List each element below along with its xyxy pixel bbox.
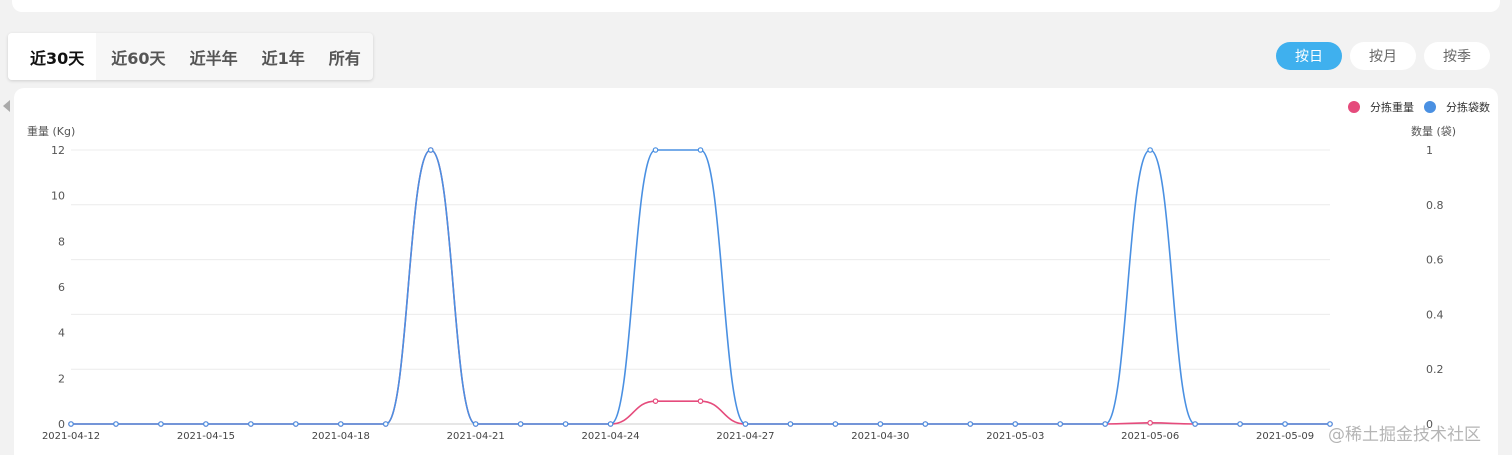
by-month-button[interactable]: 按月	[1350, 42, 1416, 70]
data-point	[652, 398, 659, 404]
y-left-tick-label: 4	[58, 327, 65, 340]
y-left-tick-label: 0	[58, 418, 65, 431]
data-point	[427, 147, 434, 153]
x-tick-label: 2021-04-30	[851, 431, 909, 442]
y-right-tick-label: 0.4	[1426, 308, 1444, 321]
data-point	[1102, 421, 1108, 427]
y-right-tick-label: 0.8	[1426, 199, 1444, 212]
data-point	[337, 421, 344, 427]
data-point	[113, 421, 119, 427]
legend-label: 分拣重量	[1370, 100, 1414, 114]
top-card	[12, 0, 1500, 12]
data-point	[967, 421, 974, 427]
data-point	[877, 421, 884, 427]
data-point	[652, 147, 659, 153]
x-tick-label: 2021-05-09	[1256, 431, 1314, 442]
data-point	[922, 421, 929, 427]
data-point	[1192, 421, 1198, 427]
watermark: @稀土掘金技术社区	[1328, 425, 1481, 445]
data-point	[472, 421, 479, 427]
by-day-button[interactable]: 按日	[1276, 42, 1342, 70]
y-left-axis-title: 重量 (Kg)	[27, 124, 75, 138]
data-point	[1012, 421, 1019, 427]
y-left-tick-label: 6	[58, 281, 65, 294]
data-point	[382, 421, 389, 427]
series-line-weight	[71, 149, 1330, 425]
data-point	[248, 421, 254, 427]
legend-marker	[1348, 101, 1360, 113]
x-tick-label: 2021-05-06	[1121, 431, 1179, 442]
tab-all[interactable]: 所有	[317, 33, 373, 80]
x-tick-label: 2021-04-24	[582, 431, 640, 442]
data-point	[697, 147, 704, 153]
by-quarter-button[interactable]: 按季	[1424, 42, 1490, 70]
data-point	[832, 421, 839, 427]
data-point	[697, 398, 704, 404]
x-tick-label: 2021-04-27	[716, 431, 774, 442]
data-point	[158, 421, 164, 427]
time-range-tabs: 近30天 近60天 近半年 近1年 所有	[8, 33, 373, 80]
tab-last-1-year[interactable]: 近1年	[250, 33, 317, 80]
y-right-axis-title: 数量 (袋)	[1411, 124, 1456, 138]
data-point	[607, 421, 614, 427]
data-point	[1147, 147, 1153, 153]
y-left-tick-label: 10	[51, 190, 65, 203]
y-left-tick-label: 2	[58, 372, 65, 385]
x-tick-label: 2021-04-21	[447, 431, 505, 442]
y-left-tick-label: 12	[51, 144, 65, 157]
x-tick-label: 2021-04-15	[177, 431, 235, 442]
data-point	[1057, 421, 1064, 427]
data-point	[742, 421, 749, 427]
x-tick-label: 2021-05-03	[986, 431, 1044, 442]
y-right-tick-label: 0.6	[1426, 254, 1444, 267]
x-tick-label: 2021-04-18	[312, 431, 370, 442]
collapse-arrow-icon[interactable]	[3, 100, 10, 112]
chart-card: 0 2 4 6 8 10 12 重量 (Kg) 0 0.2 0.4 0.6 0.8 1 数量 (袋) 2021…	[14, 88, 1498, 455]
x-tick-label: 2021-04-12	[42, 431, 100, 442]
data-point	[293, 421, 299, 427]
y-right-tick-label: 0.2	[1426, 363, 1444, 376]
tab-last-30-days[interactable]: 近30天	[8, 33, 97, 80]
series-line-bags	[71, 149, 1330, 425]
data-point	[1282, 421, 1288, 427]
legend-label: 分拣袋数	[1446, 100, 1490, 114]
tab-last-60-days[interactable]: 近60天	[96, 33, 177, 80]
data-point	[1147, 420, 1153, 426]
tab-last-half-year[interactable]: 近半年	[178, 33, 250, 80]
line-chart: 024681012重量 (Kg)00.20.40.60.81数量 (袋)2021…	[27, 100, 1490, 442]
data-point	[68, 421, 74, 427]
data-point	[517, 421, 524, 427]
legend-marker	[1424, 101, 1436, 113]
data-point	[562, 421, 569, 427]
data-point	[203, 421, 209, 427]
y-right-tick-label: 1	[1426, 144, 1433, 157]
data-point	[1237, 421, 1243, 427]
y-left-tick-label: 8	[58, 235, 65, 248]
data-point	[787, 421, 794, 427]
